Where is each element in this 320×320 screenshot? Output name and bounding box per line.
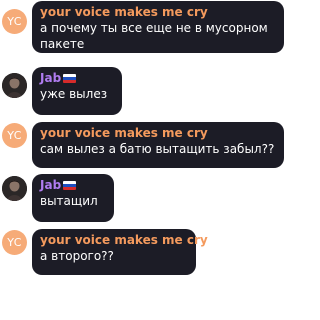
- user-photo-icon[interactable]: [2, 176, 27, 201]
- sender-name[interactable]: Jab: [40, 71, 61, 86]
- message-text-line: уже вылез: [40, 87, 108, 101]
- message-text-line: а почему ты все еще не в мусорном: [40, 21, 268, 35]
- russian-flag-icon: [63, 74, 77, 83]
- sender-name-row: Jab: [40, 178, 106, 193]
- message-text-line: вытащил: [40, 194, 98, 208]
- avatar-yc[interactable]: YC: [2, 230, 27, 255]
- avatar-yc[interactable]: YC: [2, 9, 27, 34]
- message-bubble: Jab уже вылез: [32, 67, 122, 115]
- avatar-initials: YC: [7, 129, 22, 142]
- message-bubble: your voice makes me cry а почему ты все …: [32, 1, 284, 53]
- message-bubble: Jab вытащил: [32, 174, 114, 222]
- user-photo-icon[interactable]: [2, 73, 27, 98]
- message-text: а второго??: [40, 248, 188, 264]
- sender-name[interactable]: Jab: [40, 178, 61, 193]
- message-text: а почему ты все еще не в мусорном пакете: [40, 20, 276, 52]
- sender-name[interactable]: your voice makes me cry: [40, 126, 276, 141]
- russian-flag-icon: [63, 181, 77, 190]
- message-text: сам вылез а батю вытащить забыл??: [40, 141, 276, 157]
- sender-name[interactable]: your voice makes me cry: [40, 5, 276, 20]
- avatar-yc[interactable]: YC: [2, 123, 27, 148]
- message-text: уже вылез: [40, 86, 114, 102]
- message-text-line: пакете: [40, 37, 85, 51]
- chat-log: YC your voice makes me cry а почему ты в…: [0, 0, 294, 320]
- sender-name-row: Jab: [40, 71, 114, 86]
- sender-name[interactable]: your voice makes me cry: [40, 233, 208, 248]
- message-bubble: your voice makes me cry а второго??: [32, 229, 208, 275]
- message-text: вытащил: [40, 193, 106, 209]
- avatar-initials: YC: [7, 15, 22, 28]
- avatar-initials: YC: [7, 236, 22, 249]
- message-text-line: а второго??: [40, 249, 114, 263]
- message-bubble: your voice makes me cry сам вылез а батю…: [32, 122, 284, 168]
- message-text-line: сам вылез а батю вытащить забыл??: [40, 142, 275, 156]
